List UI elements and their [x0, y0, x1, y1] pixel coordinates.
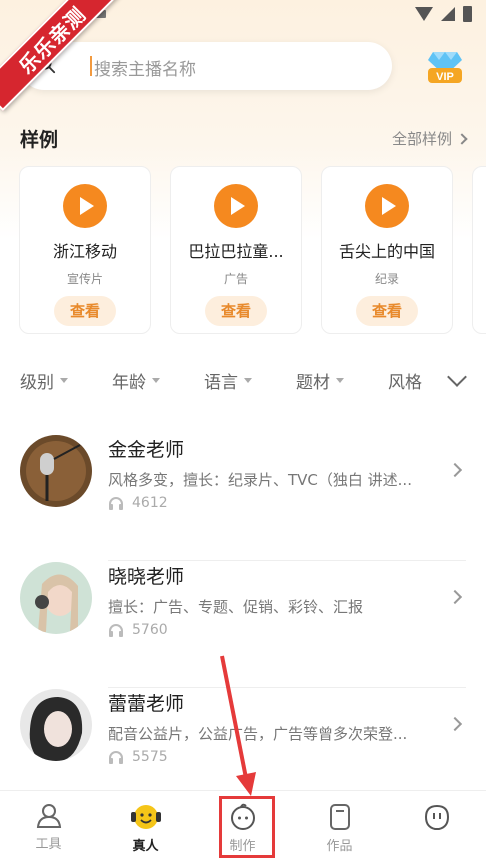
- battery-icon: [463, 6, 472, 22]
- teacher-name: 金金老师: [108, 439, 185, 461]
- play-count-value: 5760: [132, 622, 168, 638]
- dropdown-icon: [336, 378, 344, 383]
- tab-label: 工具: [35, 837, 62, 852]
- filter-label: 题材: [296, 373, 330, 393]
- dropdown-icon: [152, 378, 160, 383]
- svg-text:VIP: VIP: [436, 71, 454, 83]
- sample-title: 巴拉巴拉童...: [188, 242, 284, 261]
- play-count-value: 5575: [132, 749, 168, 765]
- filter-topic[interactable]: 题材: [296, 368, 344, 393]
- chevron-right-icon: [447, 716, 463, 732]
- divider: [108, 560, 466, 561]
- annotation-highlight-box: [219, 796, 275, 858]
- tab-real-person[interactable]: 真人: [97, 791, 194, 864]
- play-count: 5760: [108, 622, 168, 638]
- filter-label: 风格: [388, 373, 422, 393]
- tab-mine[interactable]: [388, 791, 485, 864]
- mine-icon: [424, 804, 449, 830]
- sample-category: 广告: [223, 272, 248, 286]
- vip-diamond-icon[interactable]: VIP: [424, 46, 466, 86]
- divider: [108, 687, 466, 688]
- search-input[interactable]: 搜索主播名称: [20, 42, 392, 90]
- teacher-row[interactable]: 晓晓老师 擅长：广告、专题、促销、彩铃、汇报 5760: [0, 562, 486, 688]
- play-count: 5575: [108, 749, 168, 765]
- teacher-description: 配音公益片，公益广告，广告等曾多次荣登...: [108, 725, 408, 743]
- teacher-name: 晓晓老师: [108, 566, 185, 588]
- filter-level[interactable]: 级别: [20, 368, 68, 393]
- tool-icon: [36, 804, 61, 828]
- text-caret: [90, 56, 92, 76]
- headphones-icon: [109, 497, 123, 510]
- tab-tools[interactable]: 工具: [0, 791, 97, 864]
- works-icon: [329, 804, 350, 830]
- expand-filters-icon[interactable]: [447, 367, 467, 387]
- tab-label: 真人: [132, 839, 159, 854]
- filter-bar: 级别 年龄 语言 题材 风格: [20, 367, 470, 394]
- teacher-row[interactable]: 金金老师 风格多变，擅长：纪录片、TVC（独白 讲述... 4612: [0, 435, 486, 561]
- all-samples-link[interactable]: 全部样例: [391, 128, 468, 149]
- samples-title: 样例: [20, 129, 59, 151]
- avatar: [20, 689, 92, 761]
- face-icon: [130, 805, 161, 829]
- filter-age[interactable]: 年龄: [112, 368, 160, 393]
- play-icon[interactable]: [214, 184, 258, 228]
- play-count: 4612: [108, 495, 168, 511]
- avatar: [20, 562, 92, 634]
- play-icon[interactable]: [63, 184, 107, 228]
- avatar: [20, 435, 92, 507]
- sample-card-partial[interactable]: [472, 166, 486, 334]
- sample-card[interactable]: 舌尖上的中国 纪录 查看: [321, 166, 453, 334]
- view-button[interactable]: 查看: [54, 296, 116, 326]
- filter-label: 级别: [20, 373, 54, 393]
- sample-title: 浙江移动: [52, 242, 117, 261]
- dropdown-icon: [244, 378, 252, 383]
- teacher-description: 风格多变，擅长：纪录片、TVC（独白 讲述...: [108, 471, 412, 489]
- view-button[interactable]: 查看: [356, 296, 418, 326]
- chevron-right-icon: [447, 462, 463, 478]
- filter-label: 年龄: [112, 373, 146, 393]
- headphones-icon: [109, 624, 123, 637]
- search-placeholder: 搜索主播名称: [94, 60, 196, 80]
- filter-label: 语言: [204, 373, 238, 393]
- tab-label: 作品: [326, 839, 353, 854]
- chevron-right-icon: [447, 589, 463, 605]
- tab-works[interactable]: 作品: [291, 791, 388, 864]
- sample-carousel[interactable]: 浙江移动 宣传片 查看 巴拉巴拉童... 广告 查看 舌尖上的中国 纪录 查看: [19, 166, 486, 336]
- headphones-icon: [109, 751, 123, 764]
- sample-title: 舌尖上的中国: [338, 242, 435, 261]
- sample-category: 宣传片: [66, 272, 103, 286]
- chevron-right-icon: [456, 132, 468, 145]
- play-icon[interactable]: [365, 184, 409, 228]
- teacher-name: 蕾蕾老师: [108, 693, 185, 715]
- sample-card[interactable]: 浙江移动 宣传片 查看: [19, 166, 151, 334]
- wifi-icon: [415, 7, 433, 21]
- signal-icon: [441, 7, 455, 21]
- filter-style[interactable]: 风格: [388, 368, 422, 393]
- filter-language[interactable]: 语言: [204, 368, 252, 393]
- dropdown-icon: [60, 378, 68, 383]
- view-button[interactable]: 查看: [205, 296, 267, 326]
- teacher-description: 擅长：广告、专题、促销、彩铃、汇报: [108, 598, 364, 616]
- play-count-value: 4612: [132, 495, 168, 511]
- all-samples-label: 全部样例: [391, 130, 452, 148]
- sample-category: 纪录: [374, 272, 399, 286]
- sample-card[interactable]: 巴拉巴拉童... 广告 查看: [170, 166, 302, 334]
